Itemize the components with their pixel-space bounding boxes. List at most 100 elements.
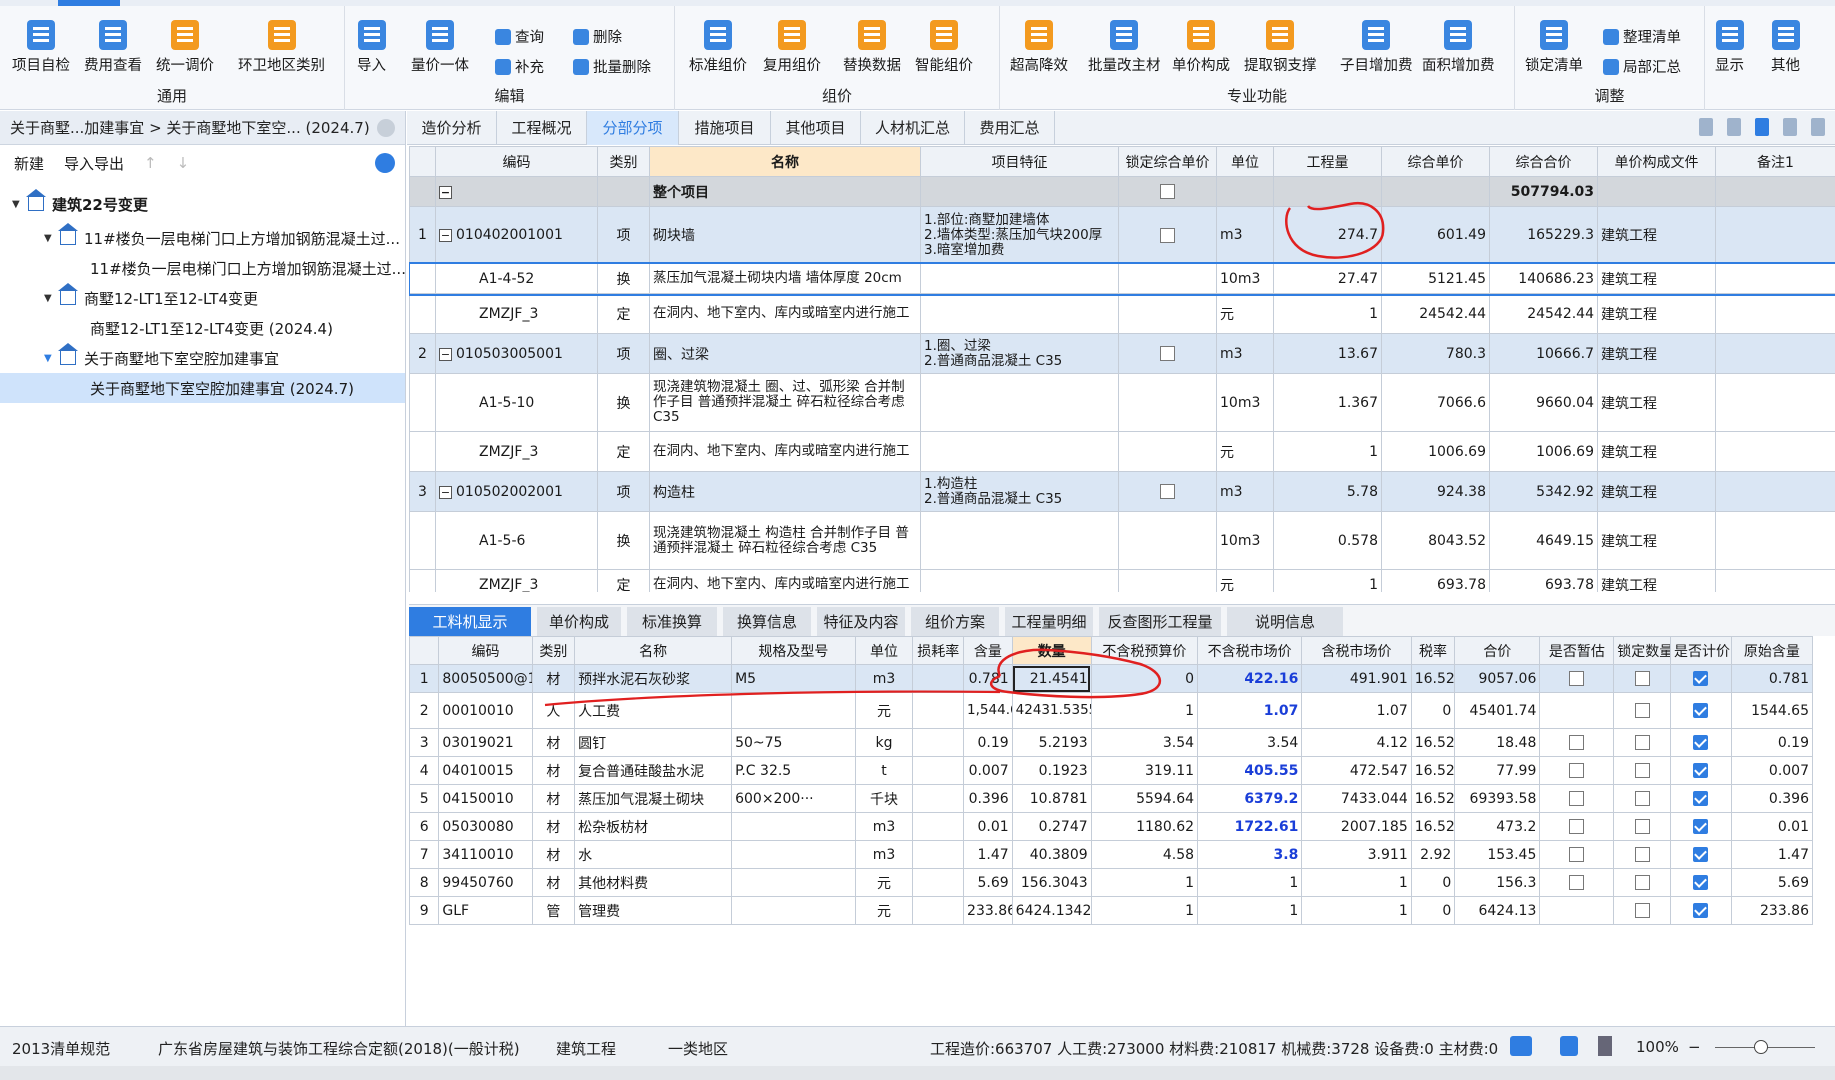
status-region[interactable]: 一类地区 <box>668 1038 728 1059</box>
download-icon[interactable] <box>375 153 395 173</box>
cell-feature[interactable] <box>920 263 1119 294</box>
sanitation-region-button[interactable]: 环卫地区类别 <box>238 20 325 75</box>
cell-tax-market[interactable]: 4.12 <box>1301 728 1412 757</box>
lock-checkbox[interactable] <box>1160 484 1175 499</box>
cell-type[interactable]: 定 <box>597 293 650 334</box>
cell-market[interactable]: 1 <box>1197 868 1303 897</box>
cell-type[interactable]: 材 <box>531 812 576 841</box>
col2-2[interactable]: 名称 <box>574 636 733 665</box>
cell-type[interactable]: 项 <box>597 206 650 264</box>
cell-name[interactable]: 现浇建筑物混凝土 构造柱 合并制作子目 普通预拌混凝土 碎石粒径综合考虑 C35 <box>649 511 921 570</box>
cell-qty[interactable]: 42431.5355 <box>1011 692 1092 729</box>
cell-feature[interactable]: 1.圈、过梁 2.普通商品混凝土 C35 <box>920 333 1119 374</box>
cell-unit[interactable]: m3 <box>1216 471 1274 512</box>
quota-row[interactable]: ZMZJF_3 定在洞内、地下室内、库内或暗室内进行施工元 1 24542.44 245… <box>409 293 1835 334</box>
tab-other-items[interactable]: 其他项目 <box>771 111 861 145</box>
cell-name[interactable]: 预拌水泥石灰砂浆 <box>574 664 733 693</box>
zoom-out-icon[interactable]: − <box>1688 1038 1701 1056</box>
cell-qty[interactable]: 0.2747 <box>1011 812 1092 841</box>
cell-rate[interactable]: 0 <box>1410 692 1456 729</box>
cell-loss[interactable] <box>912 756 965 785</box>
cell-budget[interactable]: 1 <box>1090 868 1199 897</box>
cell-qty[interactable]: 5.2193 <box>1011 728 1092 757</box>
detail-tab-2[interactable]: 标准换算 <box>627 607 717 637</box>
cell-code[interactable]: 04010015 <box>438 756 533 785</box>
cell-market[interactable]: 3.54 <box>1197 728 1303 757</box>
arrow-down-icon[interactable] <box>1755 118 1769 136</box>
lock-checkbox[interactable] <box>1160 184 1175 199</box>
height-reduction-button[interactable]: 超高降效 <box>1010 20 1068 75</box>
cell-remark[interactable] <box>1715 569 1835 592</box>
priced-checkbox[interactable] <box>1693 735 1709 750</box>
resource-row[interactable]: 200010010人人工费元1,544.6542431.535511.071.0… <box>409 692 1814 729</box>
cell-remark[interactable] <box>1715 511 1835 570</box>
cell-unit[interactable]: t <box>854 756 914 785</box>
cell-budget[interactable]: 0 <box>1090 664 1199 693</box>
lock-qty-checkbox[interactable] <box>1634 903 1650 918</box>
cell-content[interactable]: 233.86 <box>963 896 1013 925</box>
cell-rate[interactable]: 16.52 <box>1410 728 1456 757</box>
cell-unit-price[interactable]: 24542.44 <box>1381 293 1490 334</box>
lock-list-button[interactable]: 锁定清单 <box>1525 20 1583 75</box>
priced-checkbox[interactable] <box>1693 819 1709 834</box>
col2-1[interactable]: 类别 <box>531 636 576 665</box>
smart-pricing-button[interactable]: 智能组价 <box>915 20 973 75</box>
cell-spec[interactable] <box>731 812 856 841</box>
collapse-icon[interactable]: − <box>439 185 452 199</box>
cell-code[interactable]: 34110010 <box>438 840 533 869</box>
cell-name[interactable]: 人工费 <box>574 692 733 729</box>
cell-tax-market[interactable]: 491.901 <box>1301 664 1412 693</box>
cell-code[interactable]: −010503005001 <box>435 333 598 374</box>
cell-name[interactable]: 在洞内、地下室内、库内或暗室内进行施工 <box>649 431 921 472</box>
estimate-checkbox[interactable] <box>1569 875 1585 890</box>
cell-unit-price[interactable]: 780.3 <box>1381 333 1490 374</box>
cell-qty[interactable]: 21.4541 <box>1011 664 1092 693</box>
detail-tab-6[interactable]: 工程量明细 <box>1005 607 1093 637</box>
col-name[interactable]: 名称 <box>649 146 921 177</box>
cell-type[interactable]: 换 <box>597 511 650 570</box>
cell-loss[interactable] <box>912 840 965 869</box>
cell-unit[interactable]: m3 <box>854 664 914 693</box>
cell-code[interactable]: A1-5-10 <box>435 373 598 432</box>
supplement-button[interactable]: 补充 <box>495 56 544 77</box>
cell-rate[interactable]: 16.52 <box>1410 812 1456 841</box>
col2-3[interactable]: 规格及型号 <box>731 636 856 665</box>
expand-icon[interactable]: ▼ <box>44 353 60 364</box>
col-type[interactable]: 类别 <box>597 146 650 177</box>
col2-10[interactable]: 含税市场价 <box>1301 636 1412 665</box>
cell-spec[interactable] <box>731 868 856 897</box>
cell-remark[interactable] <box>1715 471 1835 512</box>
cell-type[interactable]: 人 <box>531 692 576 729</box>
cell-price-file[interactable]: 建筑工程 <box>1597 333 1716 374</box>
cell-unit-price[interactable]: 7066.6 <box>1381 373 1490 432</box>
cell-qty[interactable]: 1 <box>1273 569 1382 592</box>
cell-price-file[interactable]: 建筑工程 <box>1597 431 1716 472</box>
status-discipline[interactable]: 建筑工程 <box>556 1038 616 1059</box>
cell-tax-market[interactable]: 3.911 <box>1301 840 1412 869</box>
status-quota[interactable]: 广东省房屋建筑与装饰工程综合定额(2018)(一般计税) <box>158 1038 520 1059</box>
cell-name[interactable]: 砌块墙 <box>649 206 921 264</box>
display-button[interactable]: 显示 <box>1715 20 1744 75</box>
col-lock-price[interactable]: 锁定综合单价 <box>1118 146 1217 177</box>
lock-qty-checkbox[interactable] <box>1634 703 1650 718</box>
cell-market[interactable]: 3.8 <box>1197 840 1303 869</box>
cell-feature[interactable]: 1.构造柱 2.普通商品混凝土 C35 <box>920 471 1119 512</box>
resource-row[interactable]: 7 34110010 材水 m3 1.47 40.3809 4.58 3.8 3.911 2.92… <box>409 840 1814 869</box>
cell-loss[interactable] <box>912 784 965 813</box>
cell-unit[interactable]: 元 <box>854 868 914 897</box>
cell-price-file[interactable]: 建筑工程 <box>1597 263 1716 294</box>
cell-price-file[interactable]: 建筑工程 <box>1597 511 1716 570</box>
priced-checkbox[interactable] <box>1693 671 1709 686</box>
arrow-left-icon[interactable] <box>1783 118 1797 136</box>
tree-node-basement[interactable]: ▼ 关于商墅地下室空腔加建事宜 <box>0 343 405 373</box>
cell-code[interactable]: 04150010 <box>438 784 533 813</box>
cell-type[interactable]: 材 <box>531 664 576 693</box>
cell-name[interactable]: 构造柱 <box>649 471 921 512</box>
cell-unit[interactable]: 元 <box>854 692 914 729</box>
lock-checkbox[interactable] <box>1160 227 1175 243</box>
cell-remark[interactable] <box>1715 263 1835 294</box>
cell-price-file[interactable]: 建筑工程 <box>1597 471 1716 512</box>
lock-checkbox[interactable] <box>1160 346 1175 361</box>
lock-qty-checkbox[interactable] <box>1634 735 1650 750</box>
cell-qty[interactable]: 1.367 <box>1273 373 1382 432</box>
